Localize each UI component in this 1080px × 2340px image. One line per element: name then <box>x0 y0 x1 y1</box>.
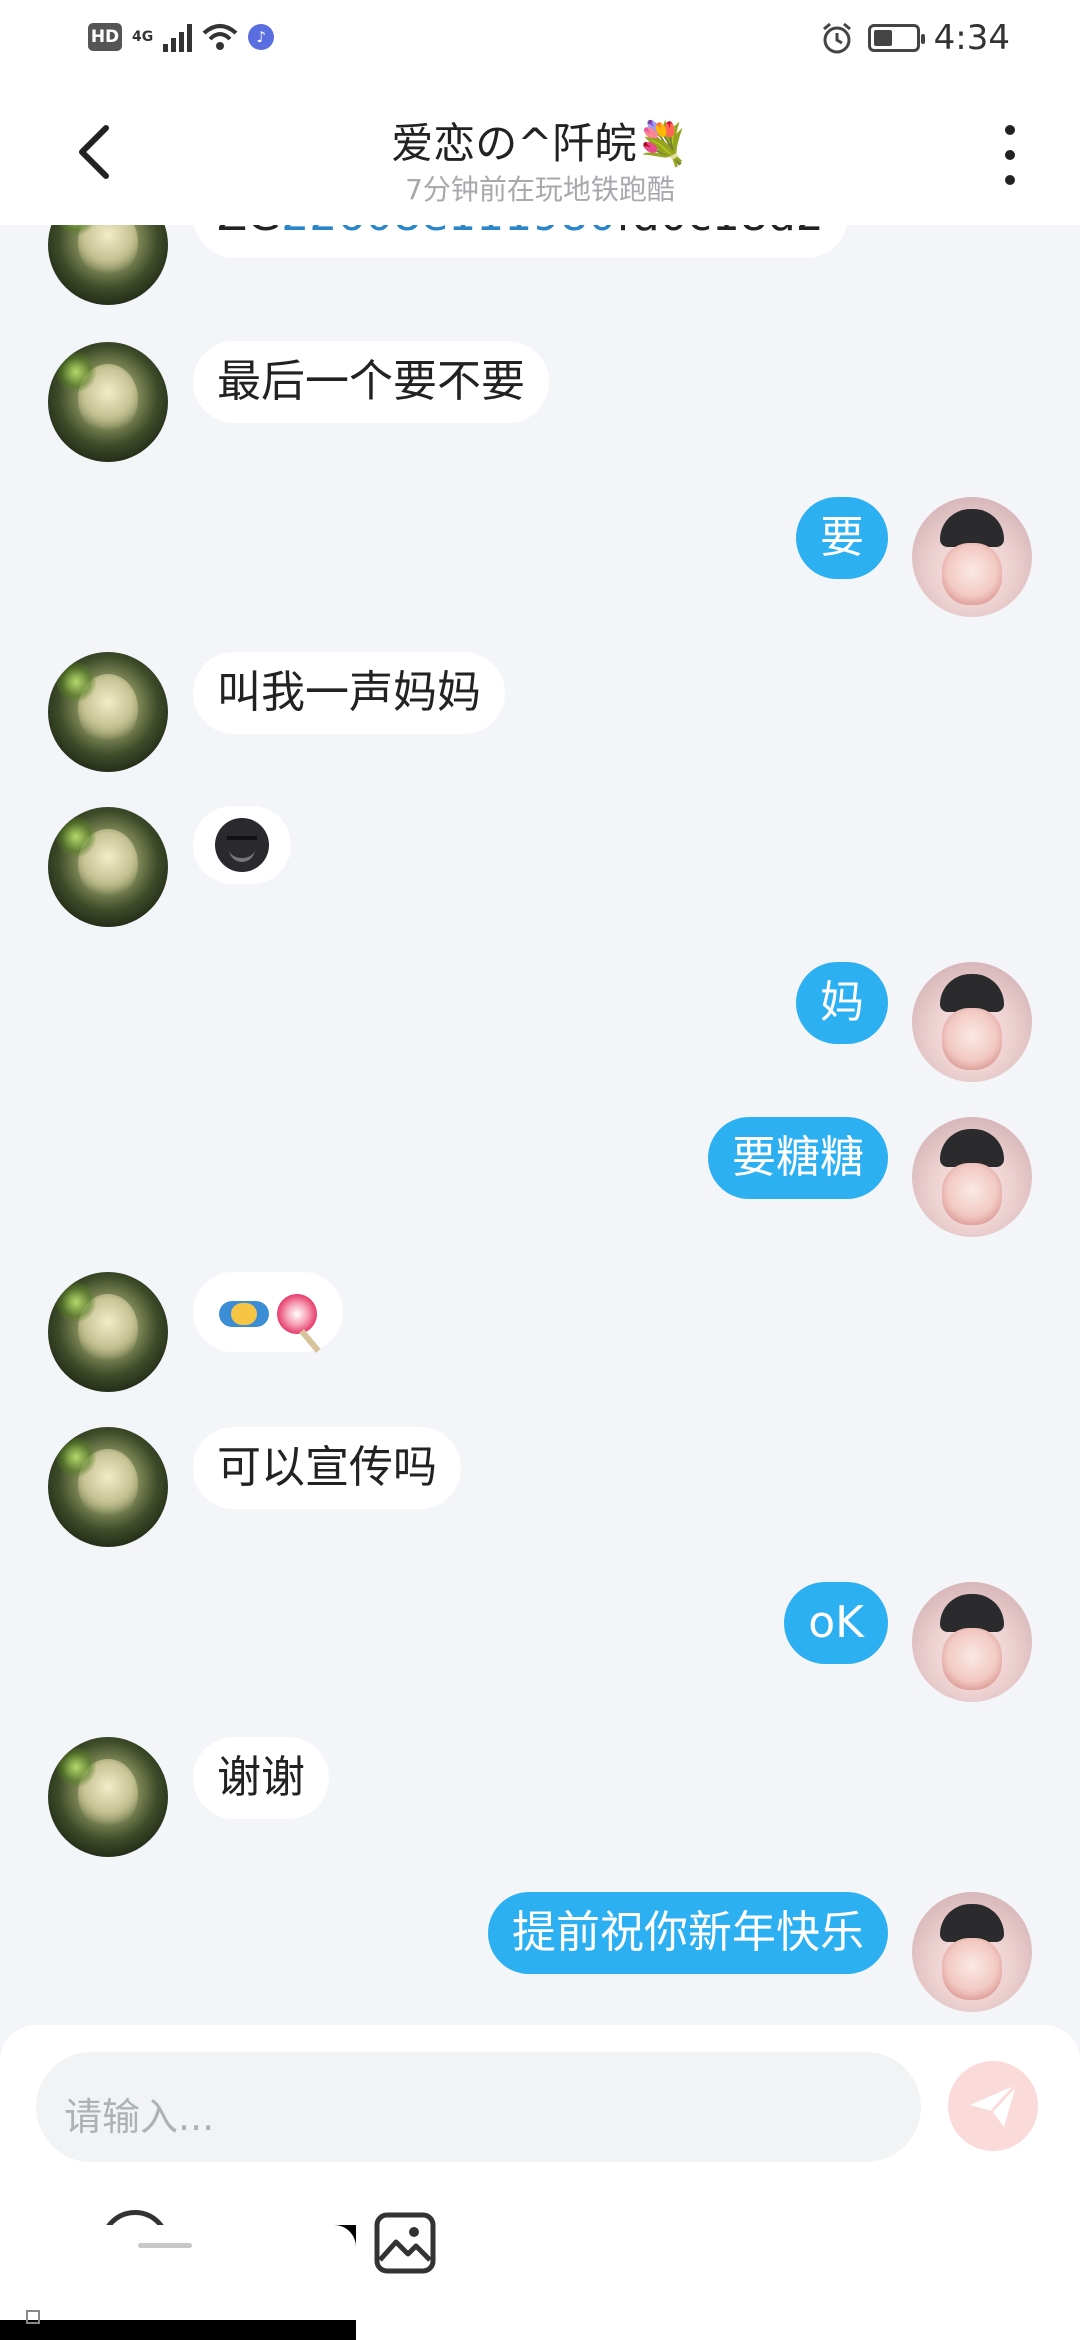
message-bubble[interactable]: 要糖糖 <box>708 1117 888 1199</box>
clock: 4:34 <box>933 18 1010 58</box>
input-placeholder: 请输入... <box>64 2095 215 2139</box>
avatar-me[interactable] <box>912 1892 1032 2012</box>
chat-title: 爱恋の^阡皖💐 <box>391 119 689 168</box>
alarm-icon <box>822 22 851 54</box>
message-bubble[interactable]: 最后一个要不要 <box>193 341 549 423</box>
message-input[interactable]: 请输入... <box>36 2052 921 2162</box>
message-text: 要 <box>820 512 864 563</box>
music-icon: ♪ <box>248 24 275 50</box>
signal-icon <box>163 22 193 52</box>
message-bubble[interactable]: oK <box>784 1582 888 1664</box>
avatar-me[interactable] <box>912 1117 1032 1237</box>
image-icon[interactable] <box>372 2210 438 2276</box>
message-text: 最后一个要不要 <box>217 356 525 407</box>
message-bubble[interactable] <box>193 1272 343 1352</box>
message-text: 妈 <box>820 977 864 1028</box>
wifi-icon <box>202 24 238 50</box>
status-bar: HD 4G ♪ 4:34 <box>0 0 1080 80</box>
avatar-me[interactable] <box>912 497 1032 617</box>
message-text: 谢谢 <box>217 1752 305 1803</box>
network-type: 4G <box>132 29 154 45</box>
message-bubble[interactable]: 要 <box>796 497 888 579</box>
message-bubble[interactable]: 谢谢 <box>193 1737 329 1819</box>
message-text: 叫我一声妈妈 <box>217 667 481 718</box>
battery-icon <box>867 24 925 52</box>
message-bubble[interactable]: 提前祝你新年快乐 <box>488 1892 888 1974</box>
message-bubble[interactable] <box>193 806 291 884</box>
send-icon <box>970 2083 1018 2127</box>
smirk-face-icon <box>215 818 269 872</box>
status-right: 4:34 <box>820 18 1010 58</box>
avatar-other[interactable] <box>48 342 168 462</box>
avatar-me[interactable] <box>912 962 1032 1082</box>
drag-handle[interactable] <box>138 2243 192 2248</box>
send-button[interactable] <box>948 2061 1038 2151</box>
avatar-other[interactable] <box>48 807 168 927</box>
avatar-other[interactable] <box>48 1272 168 1392</box>
more-options-icon[interactable] <box>1000 125 1020 185</box>
status-left: HD 4G ♪ <box>88 22 275 52</box>
message-bubble[interactable]: 叫我一声妈妈 <box>193 652 505 734</box>
message-text: 可以宣传吗 <box>217 1442 437 1493</box>
avatar-me[interactable] <box>912 1582 1032 1702</box>
lollipop-icon <box>277 1294 317 1334</box>
message-text: 提前祝你新年快乐 <box>512 1907 864 1958</box>
avatar-other[interactable] <box>48 652 168 772</box>
chat-header: 爱恋の^阡皖💐 7分钟前在玩地铁跑酷 <box>0 80 1080 225</box>
window-icon <box>26 2310 40 2324</box>
candy-icon <box>219 1301 269 1327</box>
avatar-other[interactable] <box>48 1427 168 1547</box>
message-text: 要糖糖 <box>732 1132 864 1183</box>
floating-window-header[interactable] <box>0 2225 356 2320</box>
hd-badge: HD <box>88 23 122 51</box>
message-text: oK <box>808 1597 864 1648</box>
message-bubble[interactable]: 妈 <box>796 962 888 1044</box>
message-bubble[interactable]: 可以宣传吗 <box>193 1427 461 1509</box>
chat-status: 7分钟前在玩地铁跑酷 <box>405 173 675 206</box>
avatar-other[interactable] <box>48 1737 168 1857</box>
